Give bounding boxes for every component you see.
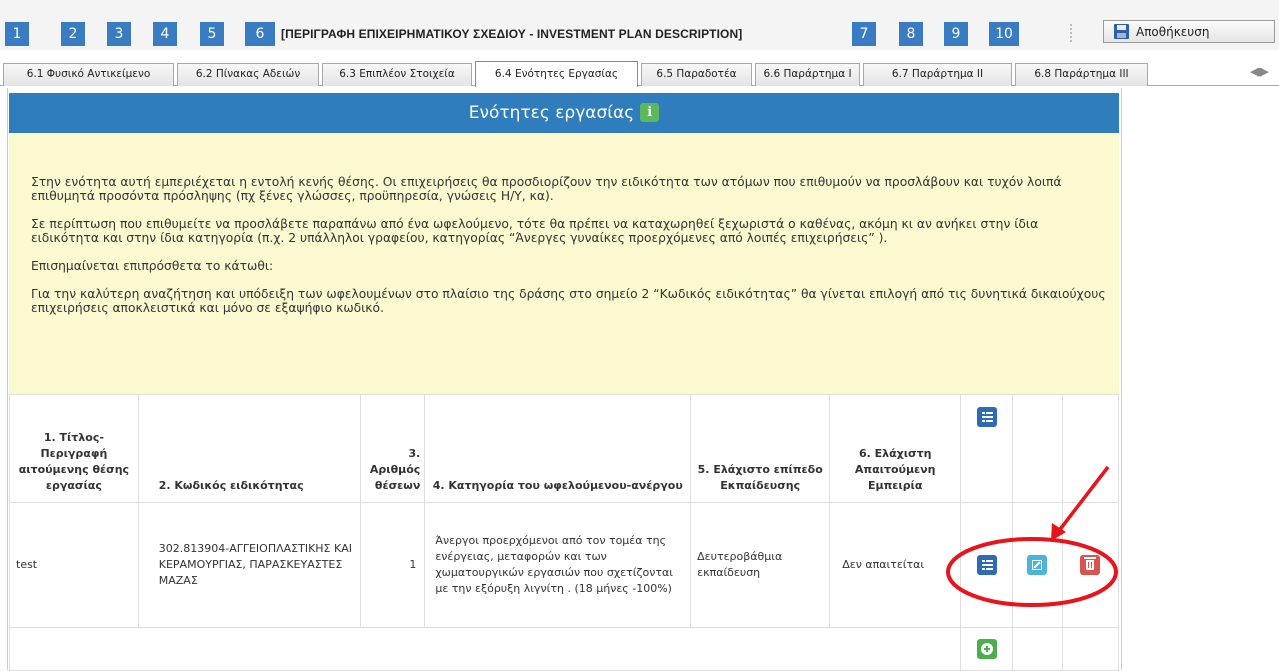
view-row-button[interactable] — [976, 555, 997, 575]
instruction-paragraph: Επισημαίνεται επιπρόσθετα το κάτωθι: — [31, 259, 274, 273]
edit-row-button[interactable] — [1027, 555, 1048, 575]
list-icon — [981, 560, 993, 570]
step-9-button[interactable]: 9 — [944, 22, 968, 46]
step-2-button[interactable]: 2 — [61, 22, 85, 46]
column-header-code: 2. Κωδικός ειδικότητας — [137, 394, 361, 503]
step-10-button[interactable]: 10 — [989, 22, 1019, 46]
instruction-paragraph: Για την καλύτερη αναζήτηση και υπόδειξη … — [31, 287, 1106, 315]
step-8-button[interactable]: 8 — [899, 22, 923, 46]
trash-icon — [1084, 557, 1097, 570]
instruction-paragraph: Σε περίπτωση που επιθυμείτε να προσλάβετ… — [31, 217, 1039, 245]
table-header-row: 1. Τίτλος-Περιγραφή αιτούμενης θέσης εργ… — [9, 394, 1120, 503]
panel-title: Ενότητες εργασίας — [468, 103, 635, 123]
cell-code: 302.813904-ΑΓΓΕΙΟΠΛΑΣΤΙΚΗΣ ΚΑΙ ΚΕΡΑΜΟΥΡΓ… — [137, 502, 361, 628]
step-5-button[interactable]: 5 — [200, 22, 224, 46]
add-row — [8, 627, 1120, 671]
header-empty-cell — [1061, 394, 1120, 503]
header-empty-cell — [1012, 394, 1063, 503]
step-7-button[interactable]: 7 — [852, 22, 876, 46]
add-row-empty-cell — [1012, 627, 1063, 671]
add-row-cell — [960, 627, 1014, 671]
toolbar-separator — [1070, 24, 1072, 42]
instruction-paragraph: Στην ενότητα αυτή εμπεριέχεται η εντολή … — [31, 175, 1062, 203]
row-view-cell — [960, 502, 1014, 628]
edit-icon — [1032, 560, 1043, 570]
step-1-button[interactable]: 1 — [5, 22, 29, 46]
current-step-title: [ΠΕΡΙΓΡΑΦΗ ΕΠΙΧΕΙΡΗΜΑΤΙΚΟΥ ΣΧΕΔΙΟΥ - INV… — [281, 27, 743, 41]
cell-experience: Δεν απαιτείται — [829, 502, 962, 628]
cell-education: Δευτεροβάθμια εκπαίδευση — [690, 502, 831, 628]
step-3-button[interactable]: 3 — [107, 22, 131, 46]
add-row-empty-cell — [1061, 627, 1120, 671]
cell-positions: 1 — [359, 502, 426, 628]
list-view-button[interactable] — [976, 407, 997, 427]
cell-category: Άνεργοι προερχόμενοι από τον τομέα της ε… — [424, 502, 692, 628]
tab-6-1[interactable]: 6.1 Φυσικό Αντικείμενο — [3, 63, 174, 86]
column-header-education: 5. Ελάχιστο επίπεδο Εκπαίδευσης — [690, 394, 831, 503]
table-row: test 302.813904-ΑΓΓΕΙΟΠΛΑΣΤΙΚΗΣ ΚΑΙ ΚΕΡΑ… — [9, 502, 1120, 628]
info-icon[interactable]: i — [640, 103, 660, 122]
column-header-title: 1. Τίτλος-Περιγραφή αιτούμενης θέσης εργ… — [9, 394, 139, 503]
panel-header: Ενότητες εργασίας i — [9, 93, 1119, 133]
tab-6-8[interactable]: 6.8 Παράρτημα ΙΙΙ — [1015, 63, 1148, 86]
list-icon — [981, 412, 993, 422]
tab-6-3[interactable]: 6.3 Επιπλέον Στοιχεία — [322, 63, 472, 86]
tab-6-4[interactable]: 6.4 Ενότητες Εργασίας — [475, 61, 638, 87]
instructions-box: Στην ενότητα αυτή εμπεριέχεται η εντολή … — [9, 133, 1119, 394]
step-bar: 1 2 3 4 5 6 [ΠΕΡΙΓΡΑΦΗ ΕΠΙΧΕΙΡΗΜΑΤΙΚΟΥ Σ… — [0, 0, 1279, 50]
floppy-disk-icon — [1114, 24, 1129, 39]
row-edit-cell — [1012, 502, 1063, 628]
save-button[interactable]: Αποθήκευση — [1103, 20, 1275, 43]
add-row-empty-cell — [8, 627, 962, 671]
column-header-experience: 6. Ελάχιστη Απαιτούμενη Εμπειρία — [829, 394, 962, 503]
tab-6-7[interactable]: 6.7 Παράρτημα ΙΙ — [863, 63, 1012, 86]
row-delete-cell — [1061, 502, 1120, 628]
step-6-button[interactable]: 6 — [245, 22, 275, 46]
tab-scroll-arrows-icon[interactable]: ◀▮▶ — [1250, 65, 1269, 78]
tab-strip: 6.1 Φυσικό Αντικείμενο 6.2 Πίνακας Αδειώ… — [0, 61, 1279, 87]
header-actions-cell — [960, 394, 1014, 503]
column-header-category: 4. Κατηγορία του ωφελούμενου-ανέργου — [424, 394, 692, 503]
tab-6-2[interactable]: 6.2 Πίνακας Αδειών — [177, 63, 319, 86]
step-4-button[interactable]: 4 — [153, 22, 177, 46]
tab-6-6[interactable]: 6.6 Παράρτημα Ι — [755, 63, 860, 86]
save-button-label: Αποθήκευση — [1136, 24, 1210, 39]
tab-6-5[interactable]: 6.5 Παραδοτέα — [641, 63, 752, 86]
column-header-positions: 3. Αριθμός θέσεων — [359, 394, 426, 503]
work-positions-table: 1. Τίτλος-Περιγραφή αιτούμενης θέσης εργ… — [8, 394, 1120, 671]
delete-row-button[interactable] — [1080, 555, 1101, 575]
cell-title: test — [9, 502, 139, 628]
add-row-button[interactable] — [976, 639, 997, 659]
plus-circle-icon — [980, 643, 993, 655]
